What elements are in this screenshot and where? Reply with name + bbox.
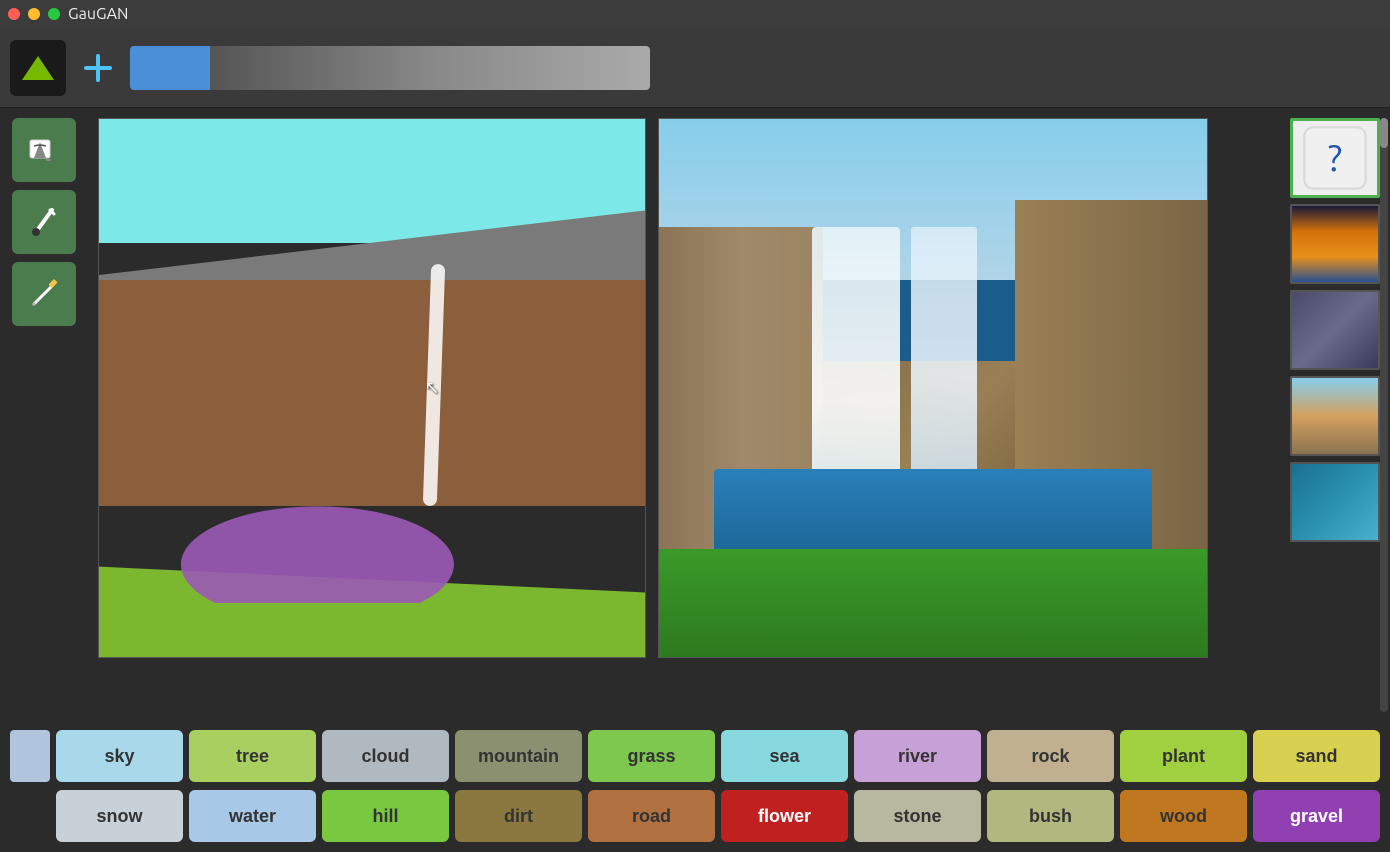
label-sea[interactable]: sea xyxy=(721,730,848,782)
color-gradient[interactable] xyxy=(210,46,650,90)
titlebar: GauGAN xyxy=(0,0,1390,28)
add-button[interactable] xyxy=(76,46,120,90)
label-mountain[interactable]: mountain xyxy=(455,730,582,782)
toolbar xyxy=(0,28,1390,108)
main-area: ? xyxy=(0,108,1390,722)
color-toolbar xyxy=(130,46,650,90)
thumbnail-dice[interactable]: ? xyxy=(1290,118,1380,198)
selected-color-swatch[interactable] xyxy=(130,46,210,90)
label-wood[interactable]: wood xyxy=(1120,790,1247,842)
label-snow[interactable]: snow xyxy=(56,790,183,842)
drawing-canvas[interactable] xyxy=(98,118,646,658)
label-sand[interactable]: sand xyxy=(1253,730,1380,782)
svg-text:?: ? xyxy=(1328,137,1342,178)
label-road[interactable]: road xyxy=(588,790,715,842)
label-river[interactable]: river xyxy=(854,730,981,782)
label-plant[interactable]: plant xyxy=(1120,730,1247,782)
palette-row-1: sky tree cloud mountain grass sea river … xyxy=(10,730,1380,782)
label-sky[interactable]: sky xyxy=(56,730,183,782)
label-gravel[interactable]: gravel xyxy=(1253,790,1380,842)
label-rock[interactable]: rock xyxy=(987,730,1114,782)
label-flower[interactable]: flower xyxy=(721,790,848,842)
active-swatch xyxy=(10,730,50,782)
result-canvas xyxy=(658,118,1208,658)
label-stone[interactable]: stone xyxy=(854,790,981,842)
canvas-container xyxy=(88,108,1280,722)
active-swatch-2 xyxy=(10,790,50,842)
palette-row-2: snow water hill dirt road flower stone b… xyxy=(10,790,1380,842)
label-grass[interactable]: grass xyxy=(588,730,715,782)
label-bush[interactable]: bush xyxy=(987,790,1114,842)
photo-grass xyxy=(659,549,1207,657)
close-button[interactable] xyxy=(8,8,20,20)
pencil-button[interactable] xyxy=(12,262,76,326)
canvas-dirt-layer xyxy=(99,280,645,506)
thumbnail-beach[interactable] xyxy=(1290,376,1380,456)
minimize-button[interactable] xyxy=(28,8,40,20)
label-hill[interactable]: hill xyxy=(322,790,449,842)
nvidia-logo xyxy=(10,40,66,96)
label-tree[interactable]: tree xyxy=(189,730,316,782)
thumbnail-storm[interactable] xyxy=(1290,290,1380,370)
label-palette: sky tree cloud mountain grass sea river … xyxy=(0,722,1390,852)
paint-bucket-button[interactable] xyxy=(12,118,76,182)
label-dirt[interactable]: dirt xyxy=(455,790,582,842)
thumbnail-sunset[interactable] xyxy=(1290,204,1380,284)
thumbnail-wave[interactable] xyxy=(1290,462,1380,542)
app-title: GauGAN xyxy=(68,5,128,23)
thumbnail-scrollbar[interactable] xyxy=(1380,118,1388,712)
canvas-water-layer xyxy=(181,506,454,603)
brush-button[interactable] xyxy=(12,190,76,254)
cursor-indicator xyxy=(425,378,440,399)
scrollbar-thumb[interactable] xyxy=(1380,118,1388,148)
label-cloud[interactable]: cloud xyxy=(322,730,449,782)
left-tools xyxy=(0,108,88,722)
label-water[interactable]: water xyxy=(189,790,316,842)
side-thumbnails: ? xyxy=(1280,108,1390,722)
maximize-button[interactable] xyxy=(48,8,60,20)
